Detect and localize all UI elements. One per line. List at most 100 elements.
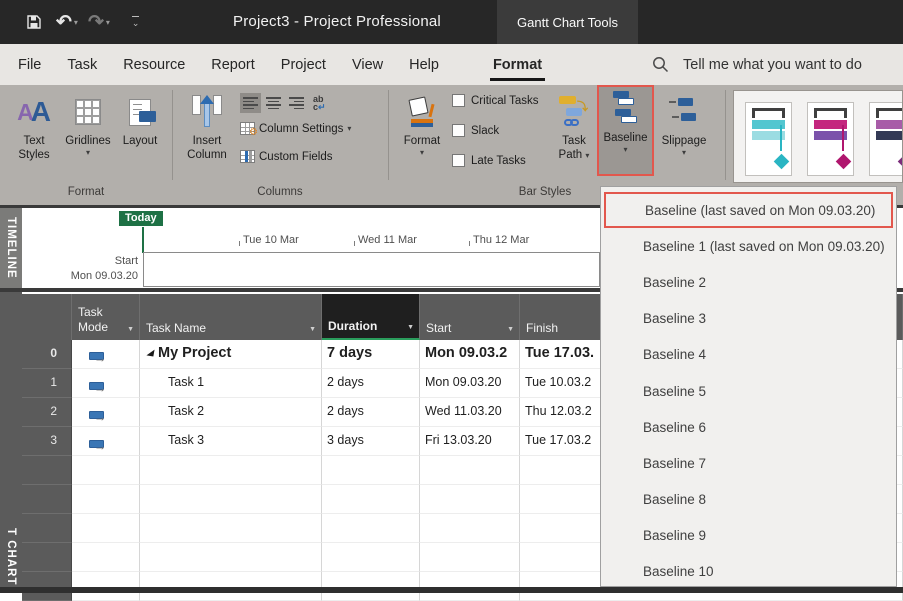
baseline-menu-item[interactable]: Baseline 10 bbox=[601, 554, 896, 590]
checkbox-icon[interactable] bbox=[452, 154, 465, 167]
timeline-band[interactable] bbox=[143, 252, 600, 287]
task-mode-cell[interactable]: → bbox=[72, 427, 140, 456]
duration-cell[interactable]: 7 days bbox=[322, 340, 420, 369]
duration-cell[interactable] bbox=[322, 456, 420, 485]
align-right-button[interactable] bbox=[286, 93, 307, 113]
tab-format[interactable]: Format bbox=[480, 44, 555, 85]
checkbox-icon[interactable] bbox=[452, 94, 465, 107]
slack-checkbox[interactable]: Slack bbox=[452, 124, 499, 137]
task-name-cell[interactable] bbox=[140, 456, 322, 485]
row-number-header[interactable] bbox=[22, 294, 72, 340]
save-icon[interactable] bbox=[26, 14, 42, 30]
filter-arrow-icon[interactable]: ▼ bbox=[127, 326, 134, 333]
checkbox-icon[interactable] bbox=[452, 124, 465, 137]
tab-file[interactable]: File bbox=[5, 44, 54, 85]
tab-help[interactable]: Help bbox=[396, 44, 452, 85]
start-cell[interactable] bbox=[420, 485, 520, 514]
start-cell[interactable]: Mon 09.03.2 bbox=[420, 340, 520, 369]
task-mode-cell[interactable] bbox=[72, 485, 140, 514]
task-mode-header[interactable]: TaskMode ▼ bbox=[72, 294, 140, 340]
task-path-button[interactable]: ⤵ Task Path ▾ bbox=[551, 90, 597, 182]
tab-report[interactable]: Report bbox=[198, 44, 268, 85]
baseline-menu-item[interactable]: Baseline 7 bbox=[601, 445, 896, 481]
filter-arrow-icon[interactable]: ▼ bbox=[309, 326, 316, 333]
task-mode-cell[interactable] bbox=[72, 514, 140, 543]
redo-button[interactable]: ↷ bbox=[88, 11, 104, 34]
baseline-menu-item[interactable]: Baseline 2 bbox=[601, 264, 896, 300]
task-name-cell[interactable]: My Project bbox=[140, 340, 322, 369]
start-cell[interactable] bbox=[420, 543, 520, 572]
task-mode-cell[interactable] bbox=[72, 543, 140, 572]
row-number[interactable]: 1 bbox=[22, 369, 72, 398]
baseline-button[interactable]: Baseline ▾ bbox=[599, 87, 652, 179]
baseline-menu-item[interactable]: Baseline 5 bbox=[601, 373, 896, 409]
start-cell[interactable] bbox=[420, 456, 520, 485]
start-header[interactable]: Start ▼ bbox=[420, 294, 520, 340]
gantt-style-thumbnail[interactable] bbox=[807, 102, 854, 176]
custom-fields-button[interactable]: Custom Fields bbox=[240, 150, 333, 163]
tell-me-search[interactable]: Tell me what you want to do bbox=[652, 44, 862, 85]
task-name-cell[interactable] bbox=[140, 485, 322, 514]
late-tasks-checkbox[interactable]: Late Tasks bbox=[452, 154, 526, 167]
row-number[interactable]: 2 bbox=[22, 398, 72, 427]
row-number[interactable] bbox=[22, 456, 72, 485]
baseline-menu-item[interactable]: Baseline 8 bbox=[601, 482, 896, 518]
undo-dropdown-icon[interactable]: ▾ bbox=[74, 18, 78, 27]
start-cell[interactable]: Mon 09.03.20 bbox=[420, 369, 520, 398]
insert-column-button[interactable]: Insert Column bbox=[180, 90, 234, 182]
tab-resource[interactable]: Resource bbox=[110, 44, 198, 85]
format-bar-styles-button[interactable]: Format ▾ bbox=[396, 90, 448, 182]
gantt-style-thumbnail[interactable] bbox=[745, 102, 792, 176]
task-name-cell[interactable] bbox=[140, 543, 322, 572]
row-number[interactable] bbox=[22, 543, 72, 572]
duration-cell[interactable]: 2 days bbox=[322, 398, 420, 427]
duration-cell[interactable] bbox=[322, 485, 420, 514]
duration-cell[interactable] bbox=[322, 514, 420, 543]
baseline-menu-item[interactable]: Baseline 3 bbox=[601, 301, 896, 337]
gantt-style-thumbnail[interactable] bbox=[869, 102, 903, 176]
task-name-cell[interactable]: Task 2 bbox=[140, 398, 322, 427]
critical-tasks-checkbox[interactable]: Critical Tasks bbox=[452, 94, 539, 107]
duration-header[interactable]: Duration ▼ bbox=[322, 294, 420, 340]
text-styles-button[interactable]: AA Text Styles bbox=[8, 90, 60, 182]
task-mode-cell[interactable]: → bbox=[72, 398, 140, 427]
tab-project[interactable]: Project bbox=[268, 44, 339, 85]
gridlines-button[interactable]: Gridlines ▾ bbox=[60, 90, 116, 182]
filter-arrow-icon[interactable]: ▼ bbox=[407, 324, 414, 331]
start-cell[interactable]: Fri 13.03.20 bbox=[420, 427, 520, 456]
filter-arrow-icon[interactable]: ▼ bbox=[507, 326, 514, 333]
baseline-menu-item[interactable]: Baseline 4 bbox=[601, 337, 896, 373]
align-center-button[interactable] bbox=[263, 93, 284, 113]
row-number[interactable] bbox=[22, 514, 72, 543]
task-name-cell[interactable]: Task 1 bbox=[140, 369, 322, 398]
duration-cell[interactable]: 2 days bbox=[322, 369, 420, 398]
start-cell[interactable]: Wed 11.03.20 bbox=[420, 398, 520, 427]
undo-button[interactable]: ↶ bbox=[56, 11, 72, 34]
baseline-menu-item[interactable]: Baseline 1 (last saved on Mon 09.03.20) bbox=[601, 228, 896, 264]
tab-task[interactable]: Task bbox=[54, 44, 110, 85]
align-left-button[interactable] bbox=[240, 93, 261, 113]
baseline-menu-item[interactable]: Baseline 6 bbox=[601, 409, 896, 445]
baseline-menu-item[interactable]: Baseline 9 bbox=[601, 518, 896, 554]
row-number[interactable]: 0 bbox=[22, 340, 72, 369]
task-mode-cell[interactable]: → bbox=[72, 369, 140, 398]
tab-view[interactable]: View bbox=[339, 44, 396, 85]
layout-button[interactable]: Layout bbox=[116, 90, 164, 182]
wrap-text-icon[interactable]: abc↵ bbox=[313, 95, 326, 111]
task-name-cell[interactable] bbox=[140, 514, 322, 543]
task-name-cell[interactable]: Task 3 bbox=[140, 427, 322, 456]
slippage-button[interactable]: Slippage ▾ bbox=[656, 90, 712, 182]
row-number[interactable]: 3 bbox=[22, 427, 72, 456]
duration-cell[interactable] bbox=[322, 543, 420, 572]
timeline-pane-tab[interactable]: TIMELINE bbox=[0, 208, 22, 288]
start-cell[interactable] bbox=[420, 514, 520, 543]
duration-cell[interactable]: 3 days bbox=[322, 427, 420, 456]
redo-dropdown-icon[interactable]: ▾ bbox=[106, 18, 110, 27]
baseline-menu-item[interactable]: Baseline (last saved on Mon 09.03.20) bbox=[604, 192, 893, 228]
task-mode-cell[interactable]: → bbox=[72, 340, 140, 369]
gantt-pane-tab[interactable]: T CHART bbox=[0, 292, 22, 593]
customize-qat-icon[interactable]: ⌄ bbox=[132, 16, 140, 29]
task-mode-cell[interactable] bbox=[72, 456, 140, 485]
column-settings-button[interactable]: ⚙ Column Settings ▾ bbox=[240, 122, 351, 135]
gantt-chart-tools-tab[interactable]: Gantt Chart Tools bbox=[497, 0, 638, 44]
